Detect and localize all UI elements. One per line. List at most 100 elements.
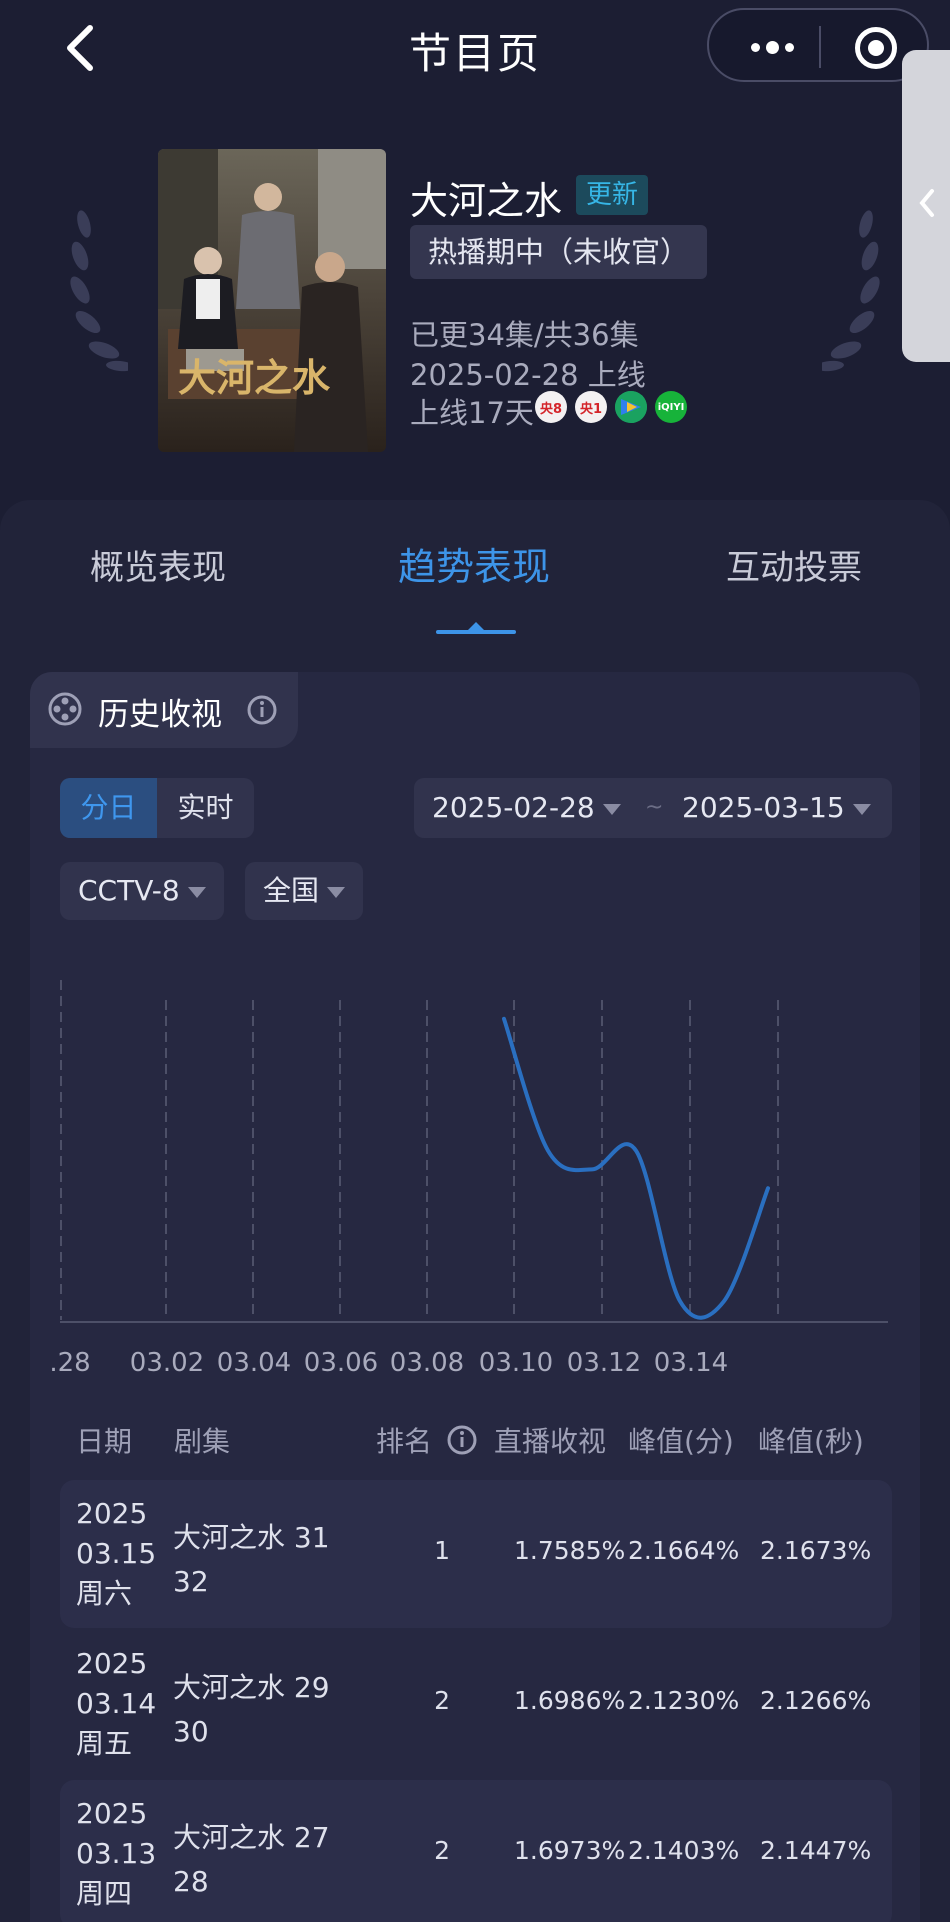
date-from-value: 2025-02-28 bbox=[432, 791, 595, 824]
table-row[interactable]: 2025 03.14 周五 大河之水 29 30 2 1.6986% 2.1230% … bbox=[60, 1630, 892, 1778]
x-tick-label: 03.08 bbox=[390, 1348, 464, 1378]
row-date: 2025 03.14 周五 bbox=[76, 1644, 156, 1764]
laurel-right-icon bbox=[822, 210, 880, 372]
date-from-select[interactable]: 2025-02-28 bbox=[432, 778, 621, 838]
cctv8-icon: 央8 bbox=[535, 391, 567, 423]
row-peak-minute: 2.1403% bbox=[628, 1836, 740, 1865]
row-episode-line1: 大河之水 29 bbox=[173, 1671, 330, 1704]
row-episode-line1: 大河之水 27 bbox=[173, 1821, 330, 1854]
x-tick-label: 03.04 bbox=[217, 1348, 291, 1378]
poster-image: 大河之水 bbox=[158, 149, 386, 452]
x-tick-label: 03.10 bbox=[479, 1348, 553, 1378]
premiere-date: 2025-02-28 上线 bbox=[410, 358, 646, 392]
row-day: 03.13 bbox=[76, 1837, 157, 1870]
row-live-rating: 1.6973% bbox=[514, 1836, 626, 1865]
row-year: 2025 bbox=[76, 1647, 148, 1680]
ratings-line-chart: .28 03.02 03.04 03.06 03.08 03.10 03.12 03.14 bbox=[49, 980, 888, 1378]
x-tick-label: 03.12 bbox=[567, 1348, 641, 1378]
iqiyi-icon: iQIYI bbox=[655, 391, 687, 423]
row-rank: 2 bbox=[434, 1686, 450, 1715]
section-title: 历史收视 bbox=[98, 697, 222, 733]
row-day: 03.15 bbox=[76, 1537, 157, 1570]
series-line bbox=[502, 1016, 770, 1320]
row-episode: 大河之水 29 30 bbox=[173, 1666, 330, 1754]
dropdown-arrow-icon bbox=[852, 803, 871, 815]
col-header-peak-second: 峰值(秒) bbox=[758, 1425, 864, 1458]
channel-value: CCTV-8 bbox=[78, 874, 180, 907]
range-separator: ~ bbox=[645, 795, 664, 820]
row-peak-minute: 2.1664% bbox=[628, 1536, 740, 1565]
col-header-date: 日期 bbox=[76, 1425, 133, 1458]
dropdown-arrow-icon bbox=[602, 803, 621, 815]
row-year: 2025 bbox=[76, 1497, 148, 1530]
row-weekday: 周六 bbox=[76, 1577, 133, 1610]
date-range-picker: 2025-02-28 ~ 2025-03-15 bbox=[414, 778, 892, 838]
date-to-value: 2025-03-15 bbox=[682, 791, 845, 824]
row-live-rating: 1.6986% bbox=[514, 1686, 626, 1715]
video-play-icon bbox=[615, 391, 647, 423]
close-target-icon[interactable] bbox=[855, 27, 897, 69]
row-peak-second: 2.1266% bbox=[760, 1686, 872, 1715]
col-header-peak-minute: 峰值(分) bbox=[628, 1425, 734, 1458]
row-year: 2025 bbox=[76, 1797, 148, 1830]
row-weekday: 周五 bbox=[76, 1727, 133, 1760]
region-value: 全国 bbox=[263, 874, 320, 907]
col-header-live-rating: 直播收视 bbox=[494, 1425, 607, 1458]
row-episode: 大河之水 31 32 bbox=[173, 1516, 330, 1604]
row-episode: 大河之水 27 28 bbox=[173, 1816, 330, 1904]
show-poster[interactable]: 大河之水 bbox=[158, 149, 386, 452]
row-rank: 2 bbox=[434, 1836, 450, 1865]
x-tick-label: 03.14 bbox=[654, 1348, 728, 1378]
row-episode-line1: 大河之水 31 bbox=[173, 1521, 330, 1554]
col-header-episode: 剧集 bbox=[174, 1425, 231, 1458]
show-title: 大河之水 bbox=[410, 179, 563, 223]
episode-count: 已更34集/共36集 bbox=[410, 318, 639, 352]
film-reel-icon bbox=[48, 692, 82, 726]
row-date: 2025 03.13 周四 bbox=[76, 1794, 156, 1914]
capsule-divider bbox=[819, 26, 821, 68]
row-live-rating: 1.7585% bbox=[514, 1536, 626, 1565]
section-header: 历史收视 bbox=[30, 672, 298, 748]
realtime-option[interactable]: 实时 bbox=[157, 778, 254, 838]
info-icon[interactable] bbox=[246, 694, 278, 726]
dot-icon bbox=[765, 40, 779, 54]
granularity-toggle: 分日 实时 bbox=[60, 778, 254, 838]
tab-vote[interactable]: 互动投票 bbox=[726, 540, 862, 589]
daily-option[interactable]: 分日 bbox=[60, 778, 157, 838]
row-day: 03.14 bbox=[76, 1687, 157, 1720]
rank-info-icon[interactable] bbox=[446, 1424, 478, 1456]
col-header-rank: 排名 bbox=[376, 1425, 433, 1458]
row-date: 2025 03.15 周六 bbox=[76, 1494, 156, 1614]
row-peak-minute: 2.1230% bbox=[628, 1686, 740, 1715]
channel-select[interactable]: CCTV-8 bbox=[60, 862, 224, 920]
broadcast-channels: 央8 央1 iQIYI bbox=[535, 391, 687, 423]
dot-icon bbox=[750, 42, 760, 52]
row-episode-line2: 32 bbox=[173, 1565, 209, 1598]
x-tick-label: 03.02 bbox=[130, 1348, 204, 1378]
tab-overview[interactable]: 概览表现 bbox=[90, 540, 226, 589]
cctv1-icon: 央1 bbox=[575, 391, 607, 423]
update-badge: 更新 bbox=[576, 175, 649, 215]
dot-icon bbox=[784, 42, 794, 52]
row-peak-second: 2.1673% bbox=[760, 1536, 872, 1565]
dropdown-arrow-icon bbox=[187, 886, 206, 898]
poster-title-text: 大河之水 bbox=[178, 355, 331, 400]
x-tick-label: .28 bbox=[49, 1348, 90, 1378]
table-row[interactable]: 2025 03.15 周六 大河之水 31 32 1 1.7585% 2.1664% … bbox=[60, 1480, 892, 1628]
region-select[interactable]: 全国 bbox=[245, 862, 364, 920]
x-tick-label: 03.06 bbox=[304, 1348, 378, 1378]
date-to-select[interactable]: 2025-03-15 bbox=[682, 778, 871, 838]
chevron-left-icon bbox=[919, 189, 934, 217]
table-row[interactable]: 2025 03.13 周四 大河之水 27 28 2 1.6973% 2.1403% … bbox=[60, 1780, 892, 1922]
row-peak-second: 2.1447% bbox=[760, 1836, 872, 1865]
side-drawer-handle[interactable] bbox=[902, 50, 950, 362]
row-episode-line2: 30 bbox=[173, 1715, 209, 1748]
row-episode-line2: 28 bbox=[173, 1865, 209, 1898]
tab-trend[interactable]: 趋势表现 bbox=[398, 536, 550, 591]
more-options-button[interactable] bbox=[737, 10, 807, 84]
active-tab-indicator bbox=[436, 622, 516, 634]
status-tag: 热播期中（未收官） bbox=[410, 225, 708, 279]
dropdown-arrow-icon bbox=[327, 886, 346, 898]
row-weekday: 周四 bbox=[76, 1877, 133, 1910]
row-rank: 1 bbox=[434, 1536, 450, 1565]
